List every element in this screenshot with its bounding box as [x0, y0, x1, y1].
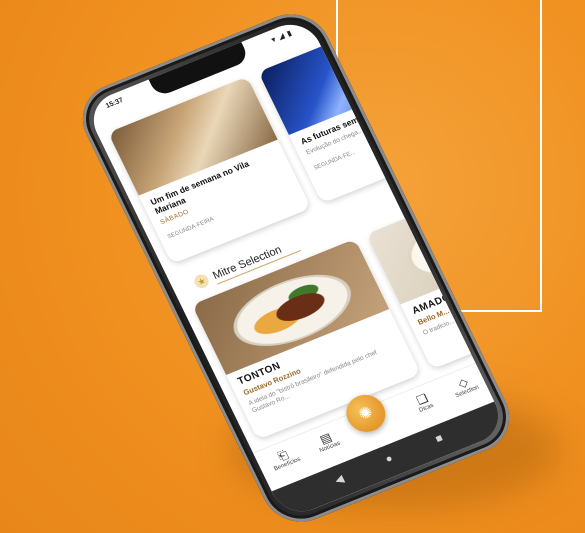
- tab-dicas[interactable]: ❏ Dicas: [401, 385, 447, 418]
- tab-selection[interactable]: ◇ Selection: [441, 369, 487, 402]
- star-icon: ★: [191, 272, 212, 291]
- status-time: 15:37: [104, 96, 125, 110]
- status-icons: ▾ ◢ ▮: [270, 29, 294, 45]
- back-icon[interactable]: ◀: [329, 471, 350, 489]
- tab-noticias[interactable]: ▤ Notícias: [304, 424, 350, 457]
- recents-icon[interactable]: ■: [429, 430, 449, 447]
- promo-canvas: 15:37 ▾ ◢ ▮ Um fim de semana no Vila Mar…: [0, 0, 585, 533]
- home-circle-icon[interactable]: ●: [379, 451, 399, 468]
- home-icon: ✺: [356, 403, 376, 425]
- tab-beneficios[interactable]: ⎗ Benefícios: [261, 442, 307, 475]
